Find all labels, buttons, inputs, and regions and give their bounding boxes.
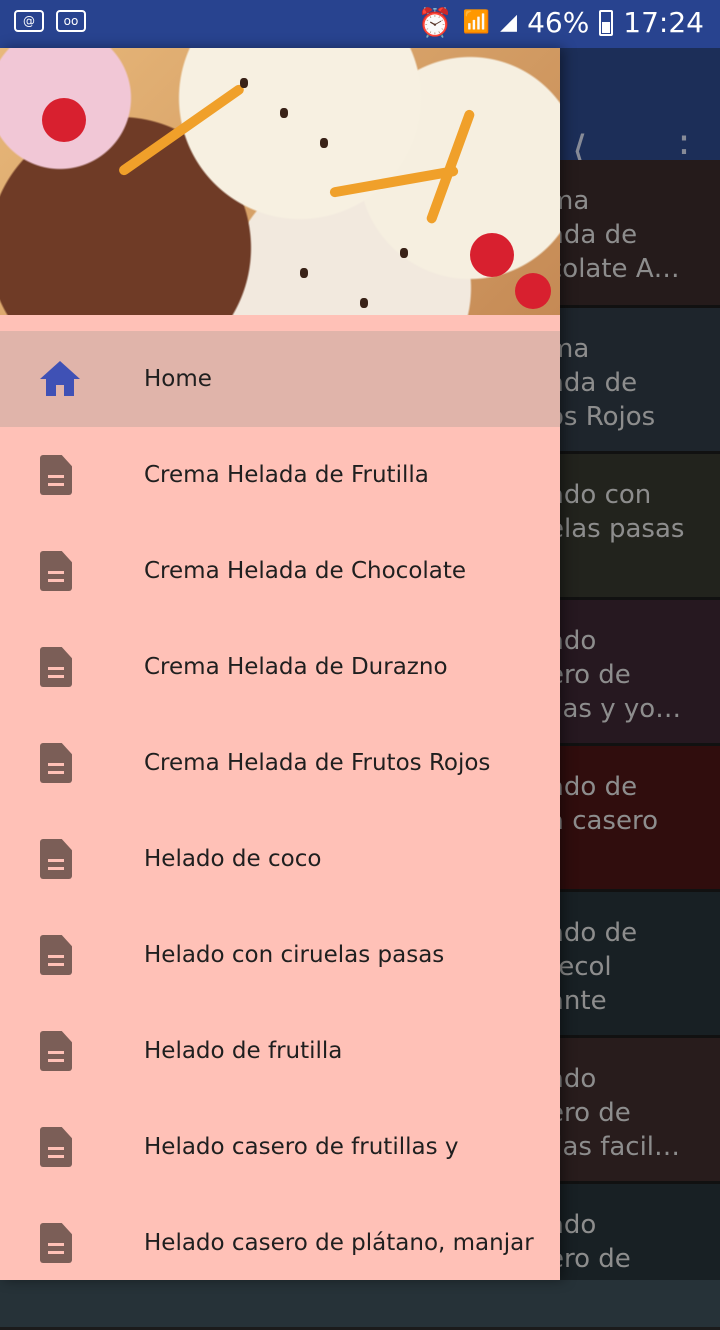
document-icon: [40, 1031, 72, 1071]
status-bar: @ oo ⏰ 📶 ◢ 46% 17:24: [0, 0, 720, 48]
battery-icon: [599, 9, 614, 36]
alarm-icon: ⏰: [417, 6, 453, 39]
berry-decoration: [42, 98, 86, 142]
menu-item-label: Crema Helada de Frutilla: [144, 462, 429, 488]
document-icon: [40, 743, 72, 783]
orange-peel-decoration: [425, 108, 476, 225]
signal-icon: ◢: [500, 10, 518, 35]
document-icon: [40, 647, 72, 687]
menu-item-home[interactable]: Home: [0, 331, 560, 427]
home-icon: [40, 361, 80, 397]
menu-item-label: Home: [144, 366, 212, 392]
document-icon: [40, 1223, 72, 1263]
menu-item-label: Helado de coco: [144, 846, 322, 872]
berry-decoration: [470, 233, 514, 277]
menu-item-label: Helado con ciruelas pasas: [144, 942, 445, 968]
menu-item-recipe[interactable]: Crema Helada de Frutilla: [0, 427, 560, 523]
document-icon: [40, 935, 72, 975]
menu-item-recipe[interactable]: Helado de frutilla: [0, 1003, 560, 1099]
menu-item-recipe[interactable]: Helado casero de plátano, manjar: [0, 1195, 560, 1280]
menu-item-label: Helado de frutilla: [144, 1038, 343, 1064]
document-icon: [40, 551, 72, 591]
voicemail-icon: oo: [56, 10, 86, 32]
battery-percent: 46%: [527, 6, 590, 39]
berry-decoration: [515, 273, 551, 309]
drawer-header-image: [0, 48, 560, 315]
drawer-menu: Home Crema Helada de Frutilla Crema Helada…: [0, 331, 560, 1280]
menu-item-label: Helado casero de plátano, manjar: [144, 1230, 534, 1256]
menu-item-recipe[interactable]: Crema Helada de Chocolate: [0, 523, 560, 619]
document-icon: [40, 1127, 72, 1167]
menu-item-recipe[interactable]: Crema Helada de Durazno: [0, 619, 560, 715]
document-icon: [40, 455, 72, 495]
menu-item-label: Crema Helada de Durazno: [144, 654, 448, 680]
menu-item-recipe[interactable]: Helado casero de frutillas y: [0, 1099, 560, 1195]
menu-item-label: Crema Helada de Chocolate: [144, 558, 467, 584]
document-icon: [40, 839, 72, 879]
orange-peel-decoration: [117, 82, 246, 178]
menu-item-recipe[interactable]: Crema Helada de Frutos Rojos: [0, 715, 560, 811]
navigation-drawer: Home Crema Helada de Frutilla Crema Helada…: [0, 48, 560, 1280]
menu-item-recipe[interactable]: Helado de coco: [0, 811, 560, 907]
menu-item-label: Helado casero de frutillas y: [144, 1134, 459, 1160]
screenshot-notification-icon: @: [14, 10, 44, 32]
wifi-icon: 📶: [462, 10, 491, 35]
menu-item-recipe[interactable]: Helado con ciruelas pasas: [0, 907, 560, 1003]
menu-item-label: Crema Helada de Frutos Rojos: [144, 750, 491, 776]
clock: 17:24: [623, 6, 704, 39]
